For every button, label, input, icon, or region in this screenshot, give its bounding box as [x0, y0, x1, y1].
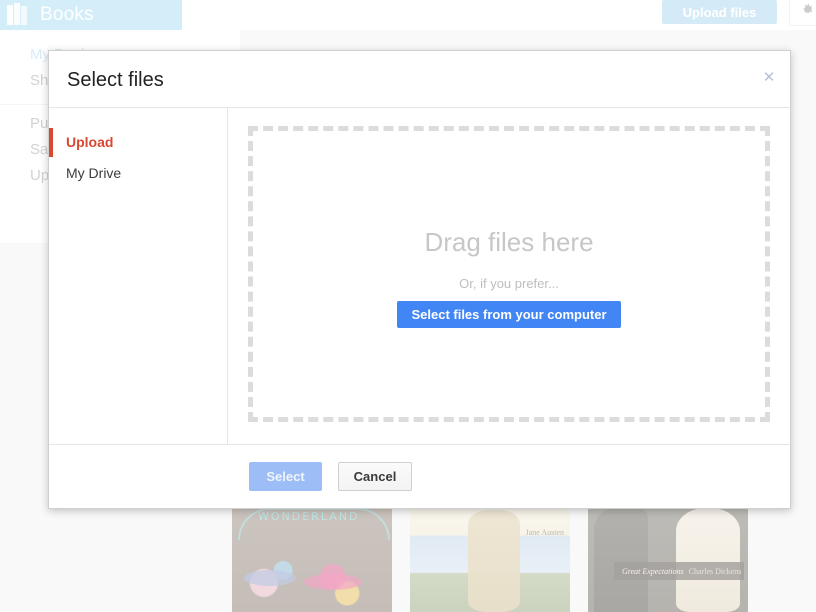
cover-gown-illustration — [468, 510, 520, 612]
select-button[interactable]: Select — [249, 462, 322, 491]
dialog-body: Upload My Drive Drag files here Or, if y… — [49, 108, 790, 444]
sidebar-item-label: Upload — [66, 134, 114, 150]
book-cover-great-expectations[interactable]: Great Expectations Charles Dickens — [588, 508, 748, 612]
cover-shape — [304, 574, 362, 590]
brand-block[interactable]: Books — [0, 0, 182, 30]
cover-title-band: Great Expectations Charles Dickens — [614, 562, 744, 580]
dialog-main: Drag files here Or, if you prefer... Sel… — [228, 108, 790, 444]
books-logo-icon — [7, 3, 27, 25]
books-grid: WONDERLAND Jane Austen Great Expectation… — [232, 508, 816, 612]
gear-icon — [803, 4, 813, 13]
upload-files-label: Upload files — [682, 4, 757, 20]
cover-author-text: Jane Austen — [525, 528, 564, 537]
select-files-dialog: Select files ✕ Upload My Drive Drag file… — [48, 50, 791, 509]
cover-dress-illustration — [676, 508, 740, 612]
cover-title-text: Great Expectations — [622, 566, 684, 576]
cover-title-text: WONDERLAND — [258, 510, 360, 523]
dropzone-headline: Drag files here — [424, 227, 594, 257]
cover-shape — [244, 570, 296, 586]
sidebar-item-my-drive[interactable]: My Drive — [49, 158, 227, 189]
dialog-header: Select files ✕ — [49, 51, 790, 108]
dropzone-subtext: Or, if you prefer... — [459, 276, 559, 291]
brand-title: Books — [40, 4, 94, 25]
sidebar-item-upload[interactable]: Upload — [49, 127, 227, 158]
cover-figure-illustration — [594, 508, 648, 612]
book-cover-jane-austen[interactable]: Jane Austen — [410, 508, 570, 612]
dialog-title: Select files — [67, 69, 164, 91]
sidebar-item-label: My Drive — [66, 165, 122, 181]
settings-button[interactable] — [789, 0, 816, 26]
dialog-footer: Select Cancel — [49, 444, 790, 508]
app-top-bar: Books Upload files — [0, 0, 816, 30]
close-icon[interactable]: ✕ — [760, 69, 778, 87]
cancel-button[interactable]: Cancel — [338, 462, 412, 491]
upload-files-button[interactable]: Upload files — [662, 0, 777, 24]
dialog-sidebar: Upload My Drive — [49, 108, 228, 444]
file-dropzone[interactable]: Drag files here Or, if you prefer... Sel… — [248, 126, 770, 422]
book-cover-alice-in-wonderland[interactable]: WONDERLAND — [232, 508, 392, 612]
cover-author-text: Charles Dickens — [688, 566, 742, 576]
select-files-from-computer-button[interactable]: Select files from your computer — [397, 301, 621, 328]
